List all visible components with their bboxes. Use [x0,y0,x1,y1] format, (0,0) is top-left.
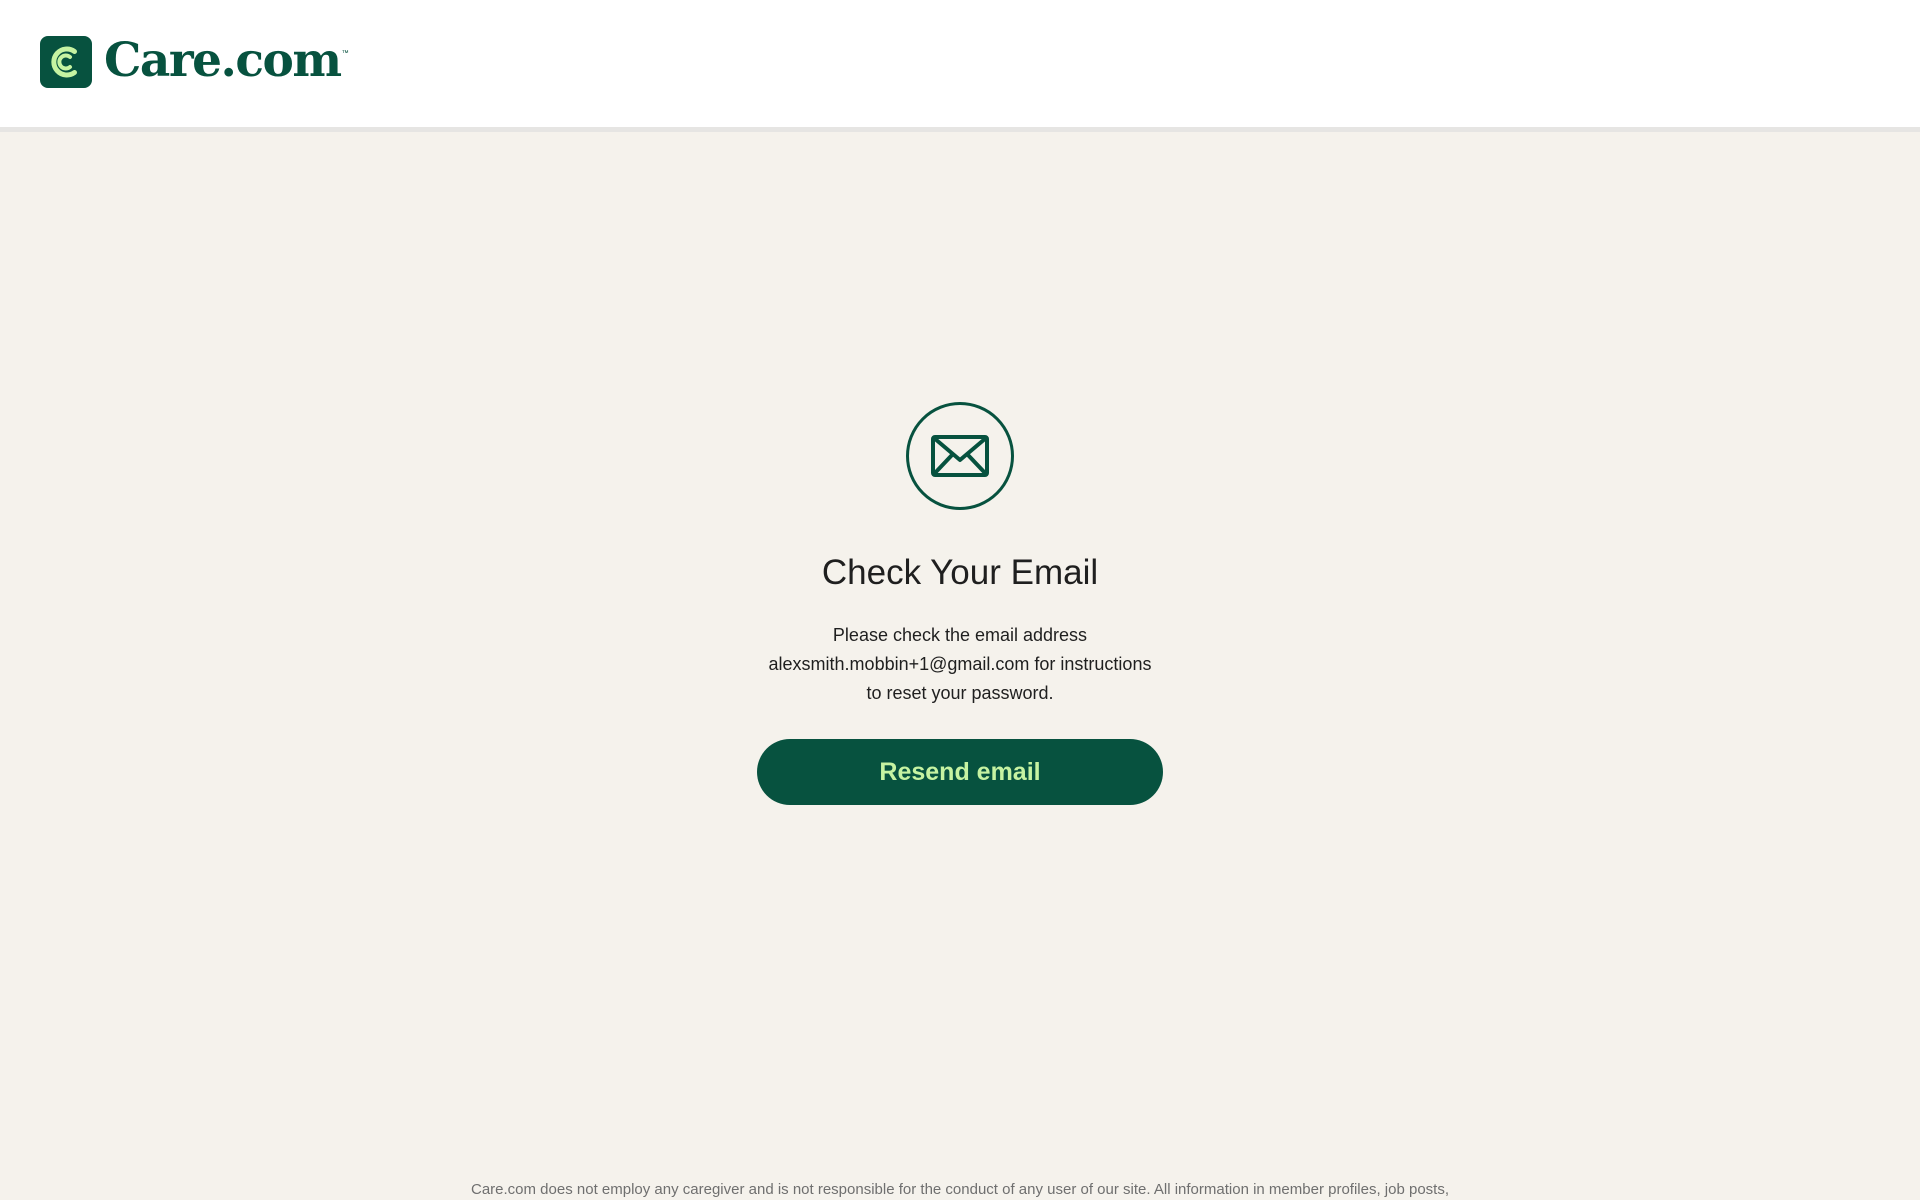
instructions-text: Please check the email address alexsmith… [768,625,1152,703]
logo-wordmark: Care.com [104,32,342,88]
site-header: Care.com ™ [0,0,1920,132]
care-logo-icon [40,36,92,88]
check-email-panel: Check Your Email Please check the email … [0,132,1920,1200]
logo-trademark: ™ [341,50,349,57]
page-title: Check Your Email [821,553,1099,592]
footer-disclaimer: Care.com does not employ any caregiver a… [471,1181,1449,1198]
care-logo-link[interactable]: Care.com ™ [40,36,349,88]
resend-email-button[interactable]: Resend email [757,739,1163,805]
mail-icon [906,402,1014,510]
